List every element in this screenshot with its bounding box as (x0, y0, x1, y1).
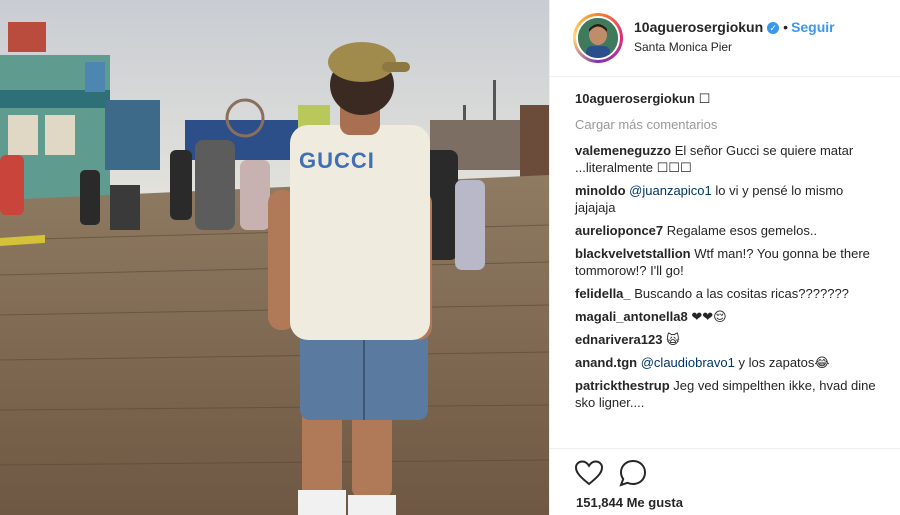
verified-badge-icon: ✓ (767, 22, 780, 34)
comment-username[interactable]: minoldo (575, 183, 626, 198)
story-ring[interactable] (573, 13, 623, 63)
comment-username[interactable]: anand.tgn (575, 355, 637, 370)
caption-username[interactable]: 10aguerosergiokun (575, 91, 695, 106)
heart-outline-icon[interactable] (574, 458, 604, 488)
comment: anand.tgn @claudiobravo1 y los zapatos😂 (575, 354, 880, 371)
comments-list: 10aguerosergiokun ☐ Cargar más comentari… (575, 90, 880, 417)
post-actions: 151,844 Me gusta (550, 448, 900, 515)
load-more-comments-button[interactable]: Cargar más comentarios (575, 116, 880, 133)
comment: magali_antonella8 ❤❤😌 (575, 308, 880, 325)
likes-count[interactable]: 151,844 Me gusta (576, 495, 683, 510)
post-sidebar: 10aguerosergiokun ✓ • Seguir Santa Monica P… (549, 0, 900, 515)
comment-username[interactable]: patrickthestrup (575, 378, 670, 393)
comment-username[interactable]: blackvelvetstallion (575, 246, 691, 261)
comment-text: ❤❤😌 (691, 309, 727, 324)
comment: blackvelvetstallion Wtf man!? You gonna … (575, 245, 880, 279)
comment-mention[interactable]: @juanzapico1 (629, 183, 712, 198)
comment: aurelioponce7 Regalame esos gemelos.. (575, 222, 880, 239)
comment-username[interactable]: felidella_ (575, 286, 631, 301)
comment: felidella_ Buscando a las cositas ricas?… (575, 285, 880, 302)
separator-dot: • (783, 19, 789, 35)
comment-username[interactable]: valemeneguzzo (575, 143, 671, 158)
caption-text: ☐ (698, 91, 711, 106)
comment-username[interactable]: magali_antonella8 (575, 309, 688, 324)
comment: patrickthestrup Jeg ved simpelthen ikke,… (575, 377, 880, 411)
header-username[interactable]: 10aguerosergiokun (634, 19, 763, 35)
location-link[interactable]: Santa Monica Pier (634, 40, 732, 54)
comment-mention[interactable]: @claudiobravo1 (641, 355, 735, 370)
shirt-print: GUCCI (299, 148, 375, 173)
follow-button[interactable]: Seguir (791, 19, 835, 35)
comment: valemeneguzzo El señor Gucci se quiere m… (575, 142, 880, 176)
post-header: 10aguerosergiokun ✓ • Seguir Santa Monica P… (550, 0, 900, 77)
avatar[interactable] (576, 16, 620, 60)
comment: minoldo @juanzapico1 lo vi y pensé lo mi… (575, 182, 880, 216)
comment-username[interactable]: aurelioponce7 (575, 223, 663, 238)
comment: ednarivera123 🙀 (575, 331, 880, 348)
speech-bubble-icon[interactable] (618, 458, 648, 488)
comment-text: 🙀 (666, 332, 680, 347)
comment-username[interactable]: ednarivera123 (575, 332, 662, 347)
comment-text: y los zapatos😂 (738, 355, 830, 370)
comment-text: Regalame esos gemelos.. (666, 223, 818, 238)
comment-text: Buscando a las cositas ricas??????? (634, 286, 849, 301)
post-photo[interactable]: GUCCI (0, 0, 549, 515)
caption: 10aguerosergiokun ☐ (575, 90, 880, 107)
